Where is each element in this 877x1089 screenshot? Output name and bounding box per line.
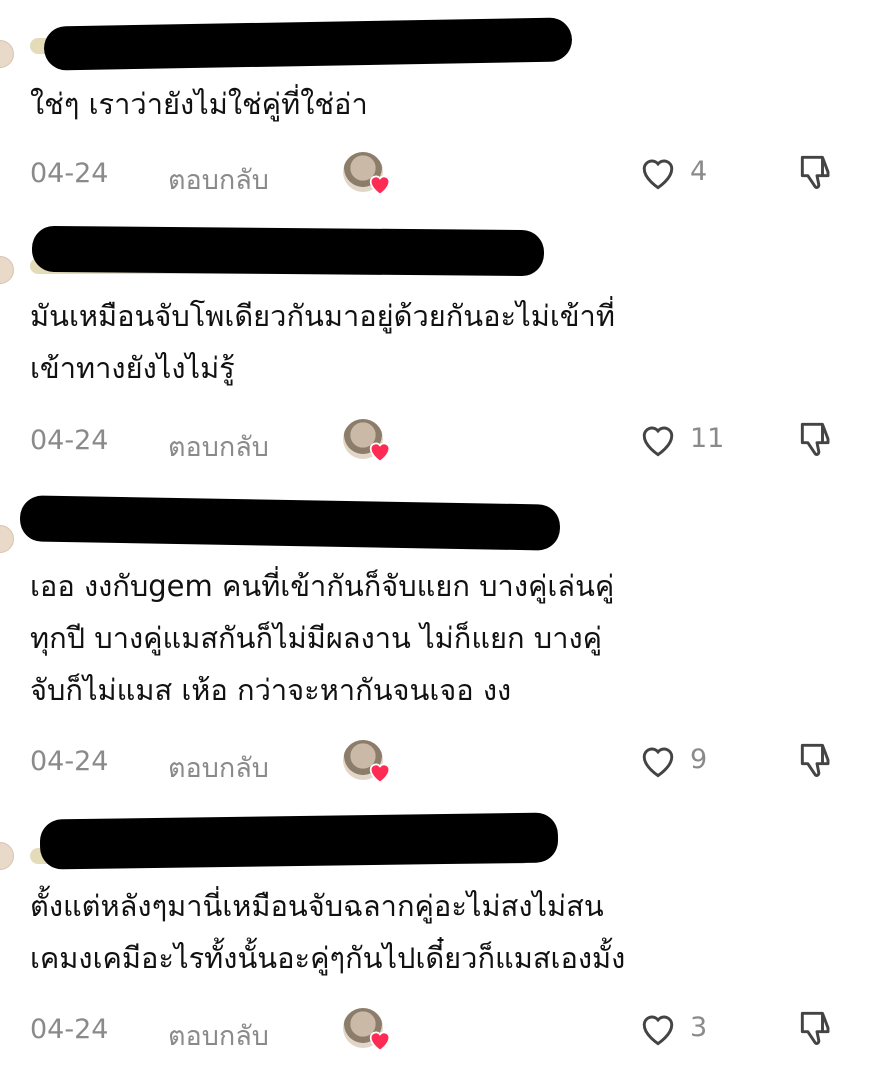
thumbs-down-outline-icon[interactable] xyxy=(795,738,839,782)
heart-outline-icon[interactable] xyxy=(636,417,680,461)
comment-meta: 04-24 ตอบกลับ 9 xyxy=(0,738,877,788)
heart-outline-icon[interactable] xyxy=(636,738,680,782)
like-count: 4 xyxy=(690,156,708,187)
like-count: 9 xyxy=(690,744,708,775)
thumbs-down-outline-icon[interactable] xyxy=(795,150,839,194)
heart-filled-icon xyxy=(369,763,391,784)
heart-filled-icon xyxy=(369,442,391,463)
commenter-avatar[interactable] xyxy=(0,525,14,553)
comment-date: 04-24 xyxy=(30,425,109,456)
heart-filled-icon xyxy=(369,1031,391,1052)
thumbs-down-outline-icon[interactable] xyxy=(795,417,839,461)
comment-text: เออ งงกับgem คนที่เข้ากันก็จับแยก บางคู่… xyxy=(30,569,615,707)
redaction-bar xyxy=(19,495,561,551)
commenter-avatar[interactable] xyxy=(0,256,14,284)
comment-meta: 04-24 ตอบกลับ 11 xyxy=(0,417,877,467)
redaction-bar xyxy=(43,17,573,71)
reply-button[interactable]: ตอบกลับ xyxy=(168,1014,269,1057)
redaction-bar xyxy=(31,225,545,277)
comment-text: มันเหมือนจับโพเดียวกันมาอยู่ด้วยกันอะไม่… xyxy=(30,299,615,385)
commenter-avatar[interactable] xyxy=(0,842,14,870)
heart-outline-icon[interactable] xyxy=(636,1006,680,1050)
redaction-bar xyxy=(39,812,559,870)
comment-text: ตั้งแต่หลังๆมานี่เหมือนจับฉลากคู่อะไม่สง… xyxy=(30,889,626,975)
like-count: 11 xyxy=(690,423,725,454)
reply-button[interactable]: ตอบกลับ xyxy=(168,425,269,468)
reply-button[interactable]: ตอบกลับ xyxy=(168,158,269,201)
comment-date: 04-24 xyxy=(30,1014,109,1045)
comment-date: 04-24 xyxy=(30,746,109,777)
heart-outline-icon[interactable] xyxy=(636,150,680,194)
thumbs-down-outline-icon[interactable] xyxy=(795,1006,839,1050)
commenter-avatar[interactable] xyxy=(0,40,14,68)
comment-text: ใช่ๆ เราว่ายังไม่ใช่คู่ที่ใช่อ่า xyxy=(30,87,368,121)
like-count: 3 xyxy=(690,1012,708,1043)
comment-meta: 04-24 ตอบกลับ 3 xyxy=(0,1006,877,1056)
heart-filled-icon xyxy=(369,175,391,196)
comment-meta: 04-24 ตอบกลับ 4 xyxy=(0,150,877,200)
comment-date: 04-24 xyxy=(30,158,109,189)
reply-button[interactable]: ตอบกลับ xyxy=(168,746,269,789)
